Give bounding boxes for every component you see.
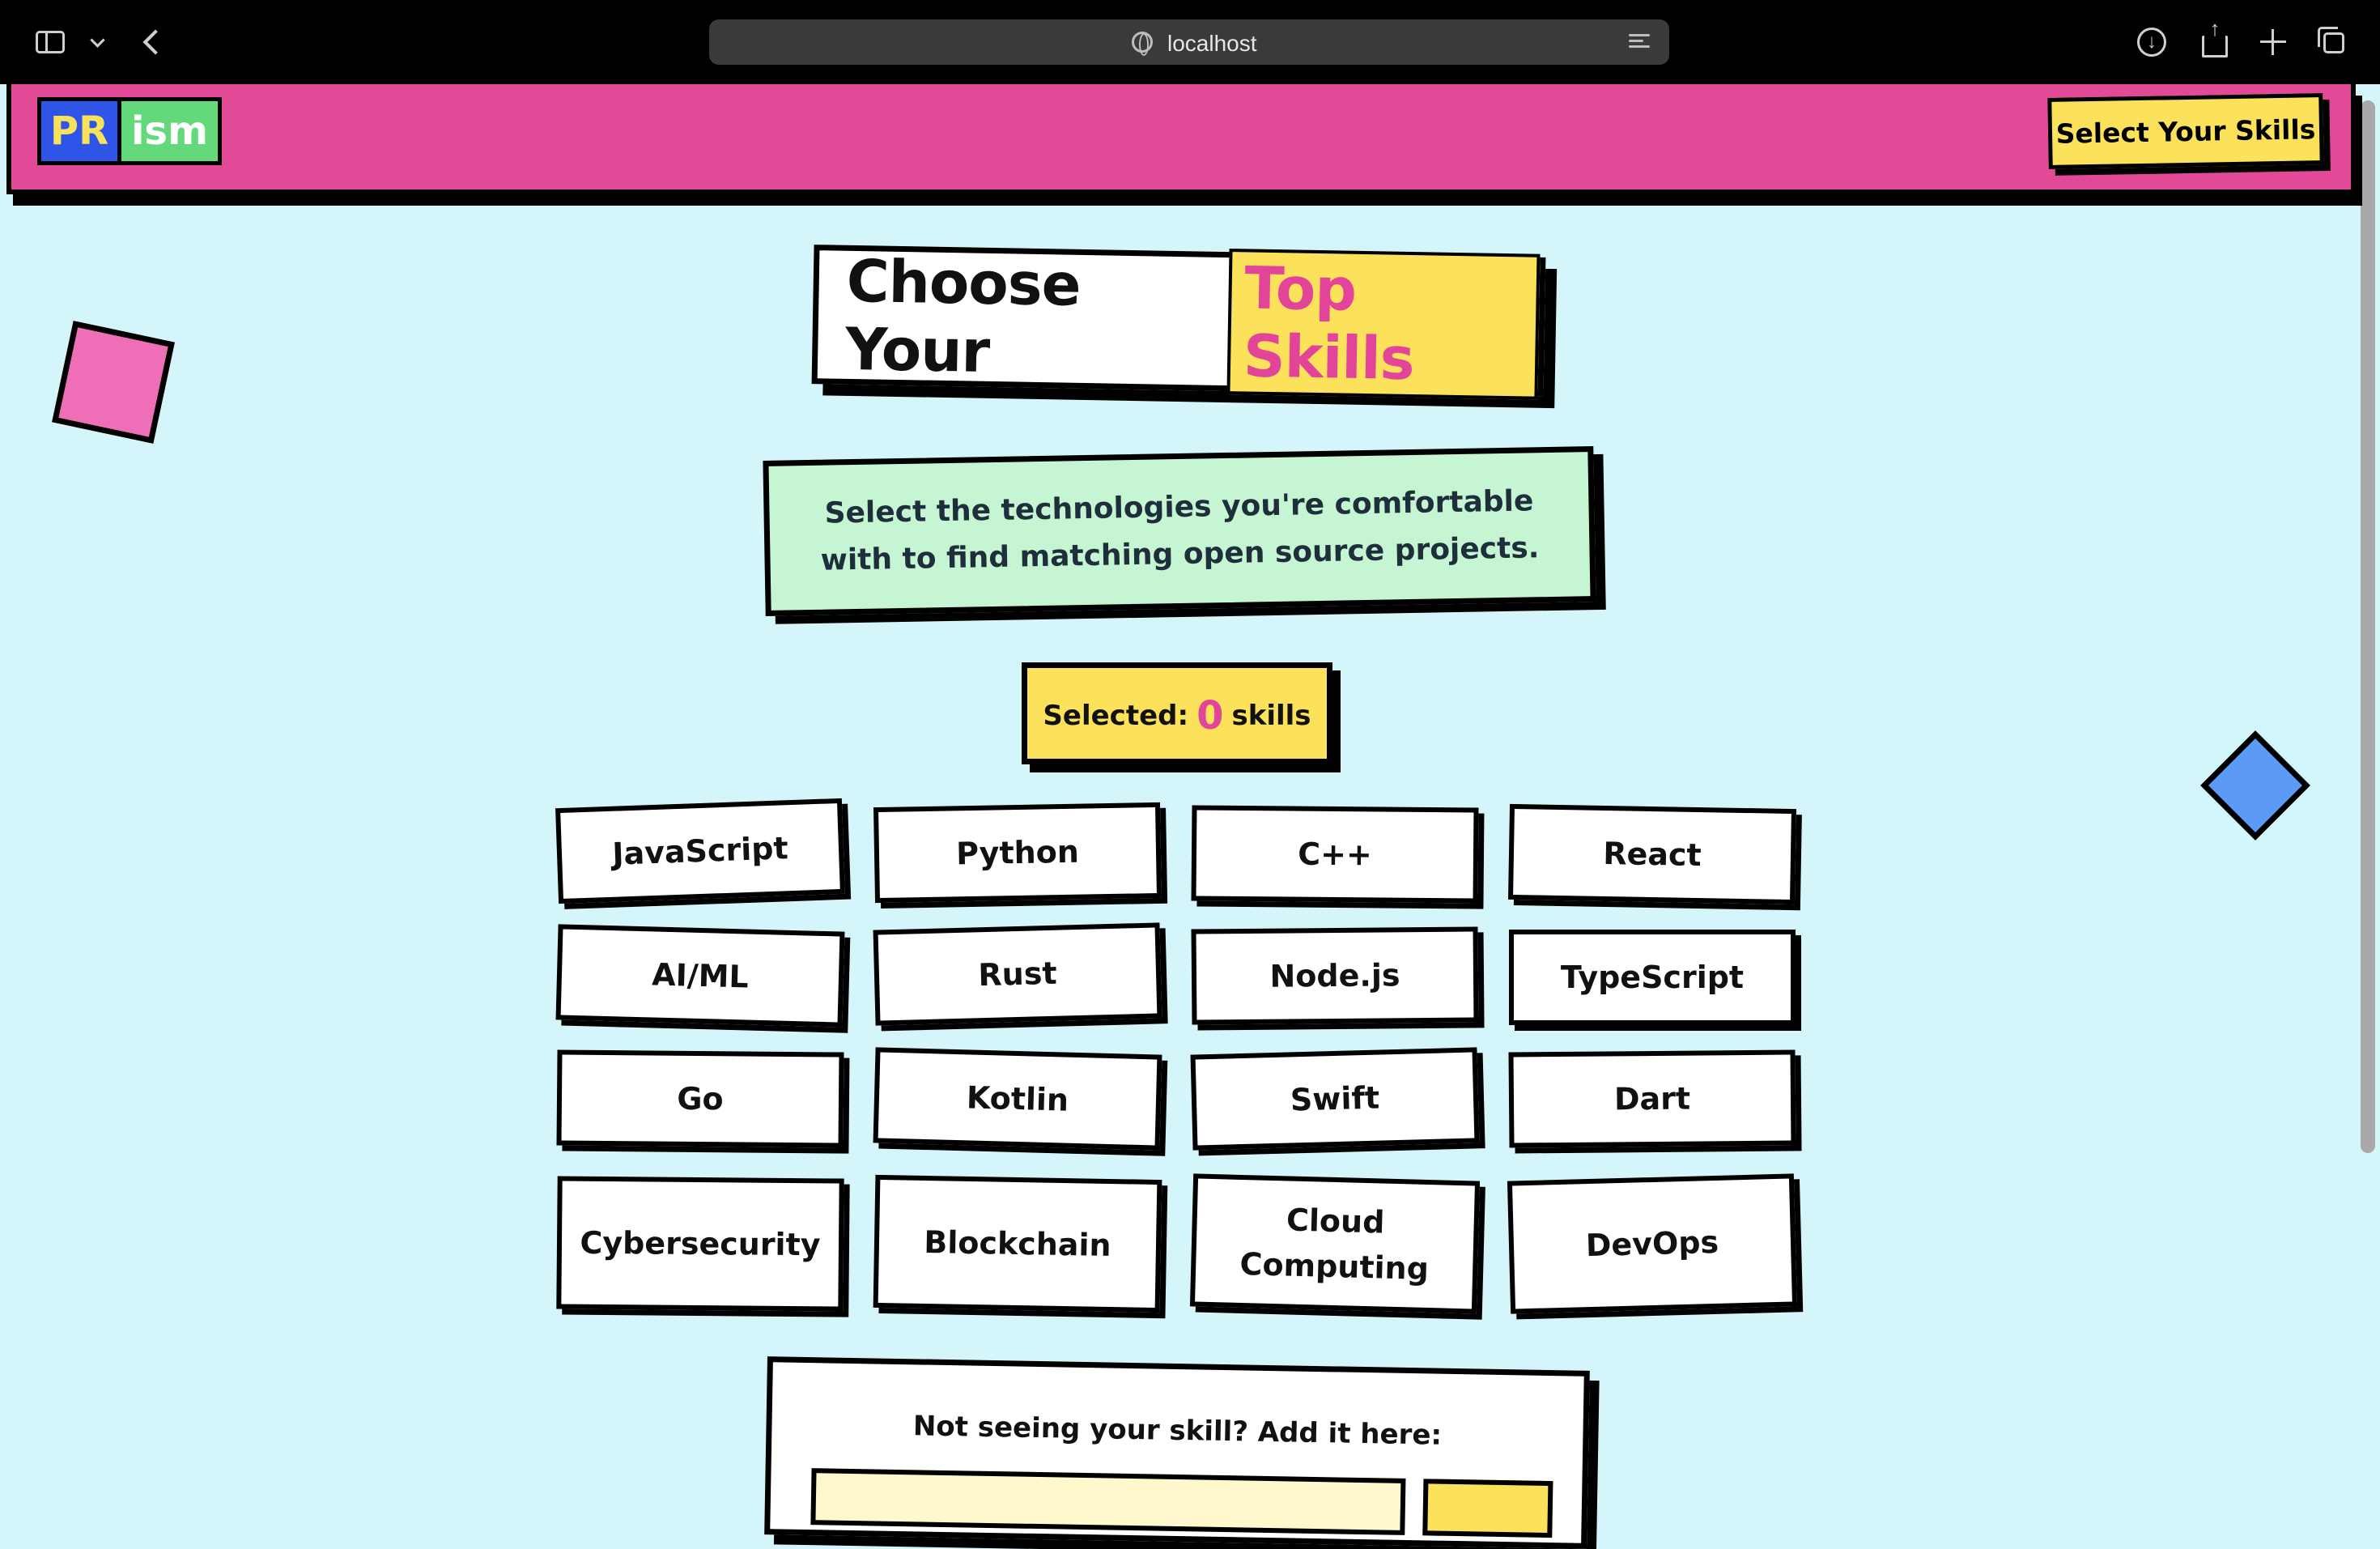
address-bar[interactable]: localhost — [709, 19, 1669, 65]
reader-mode-icon[interactable] — [1629, 31, 1650, 53]
url-text: localhost — [1167, 31, 1257, 56]
share-icon[interactable] — [2195, 16, 2231, 60]
logo[interactable]: PR ism — [37, 97, 222, 165]
title-highlight: Top Skills — [1226, 249, 1541, 400]
add-skill-card: Not seeing your skill? Add it here: — [764, 1356, 1590, 1549]
skill-kotlin[interactable]: Kotlin — [873, 1047, 1162, 1151]
skill-rust[interactable]: Rust — [873, 922, 1162, 1026]
title-prefix: Choose Your — [844, 246, 1082, 385]
skill-cybersecurity[interactable]: Cybersecurity — [556, 1176, 844, 1312]
globe-icon — [1132, 32, 1153, 56]
counter-suffix: skills — [1231, 700, 1311, 732]
back-arrow-icon[interactable] — [134, 24, 170, 60]
skill-nodejs[interactable]: Node.js — [1191, 926, 1479, 1025]
subtitle: Select the technologies you're comfortab… — [763, 446, 1596, 616]
counter-label: Selected: — [1043, 700, 1189, 732]
tab-overview-icon[interactable] — [2315, 24, 2351, 60]
select-your-skills-button[interactable]: Select Your Skills — [2047, 93, 2324, 169]
skill-go[interactable]: Go — [556, 1049, 844, 1148]
logo-ism: ism — [121, 97, 222, 165]
skill-dart[interactable]: Dart — [1508, 1049, 1796, 1148]
browser-toolbar: localhost — [0, 0, 2380, 84]
sidebar-toggle-icon[interactable] — [32, 24, 68, 60]
page-title: Choose Your Top Skills — [811, 245, 1546, 400]
decorative-blue-diamond — [2200, 730, 2310, 840]
logo-pr: PR — [37, 97, 121, 165]
skill-javascript[interactable]: JavaScript — [555, 798, 845, 904]
new-tab-icon[interactable] — [2255, 24, 2291, 60]
skill-swift[interactable]: Swift — [1190, 1047, 1480, 1151]
skill-python[interactable]: Python — [873, 802, 1162, 904]
skill-cloud-computing[interactable]: Cloud Computing — [1189, 1173, 1481, 1314]
skill-typescript[interactable]: TypeScript — [1509, 930, 1796, 1025]
selected-count: 0 — [1196, 693, 1224, 738]
add-skill-button[interactable] — [1422, 1479, 1553, 1538]
skill-devops[interactable]: DevOps — [1507, 1173, 1798, 1314]
chevron-down-icon[interactable] — [79, 24, 115, 60]
app-header: PR ism Select Your Skills — [6, 84, 2356, 194]
skill-react[interactable]: React — [1507, 803, 1797, 905]
skill-cpp[interactable]: C++ — [1191, 805, 1479, 904]
add-skill-input[interactable] — [810, 1468, 1406, 1535]
skill-ai-ml[interactable]: AI/ML — [555, 924, 845, 1028]
decorative-pink-square — [52, 321, 175, 444]
selected-counter: Selected: 0 skills — [1022, 662, 1332, 764]
scrollbar[interactable] — [2361, 100, 2375, 1153]
add-skill-label: Not seeing your skill? Add it here: — [912, 1410, 1443, 1452]
download-icon[interactable] — [2134, 24, 2170, 60]
skill-blockchain[interactable]: Blockchain — [873, 1174, 1162, 1313]
